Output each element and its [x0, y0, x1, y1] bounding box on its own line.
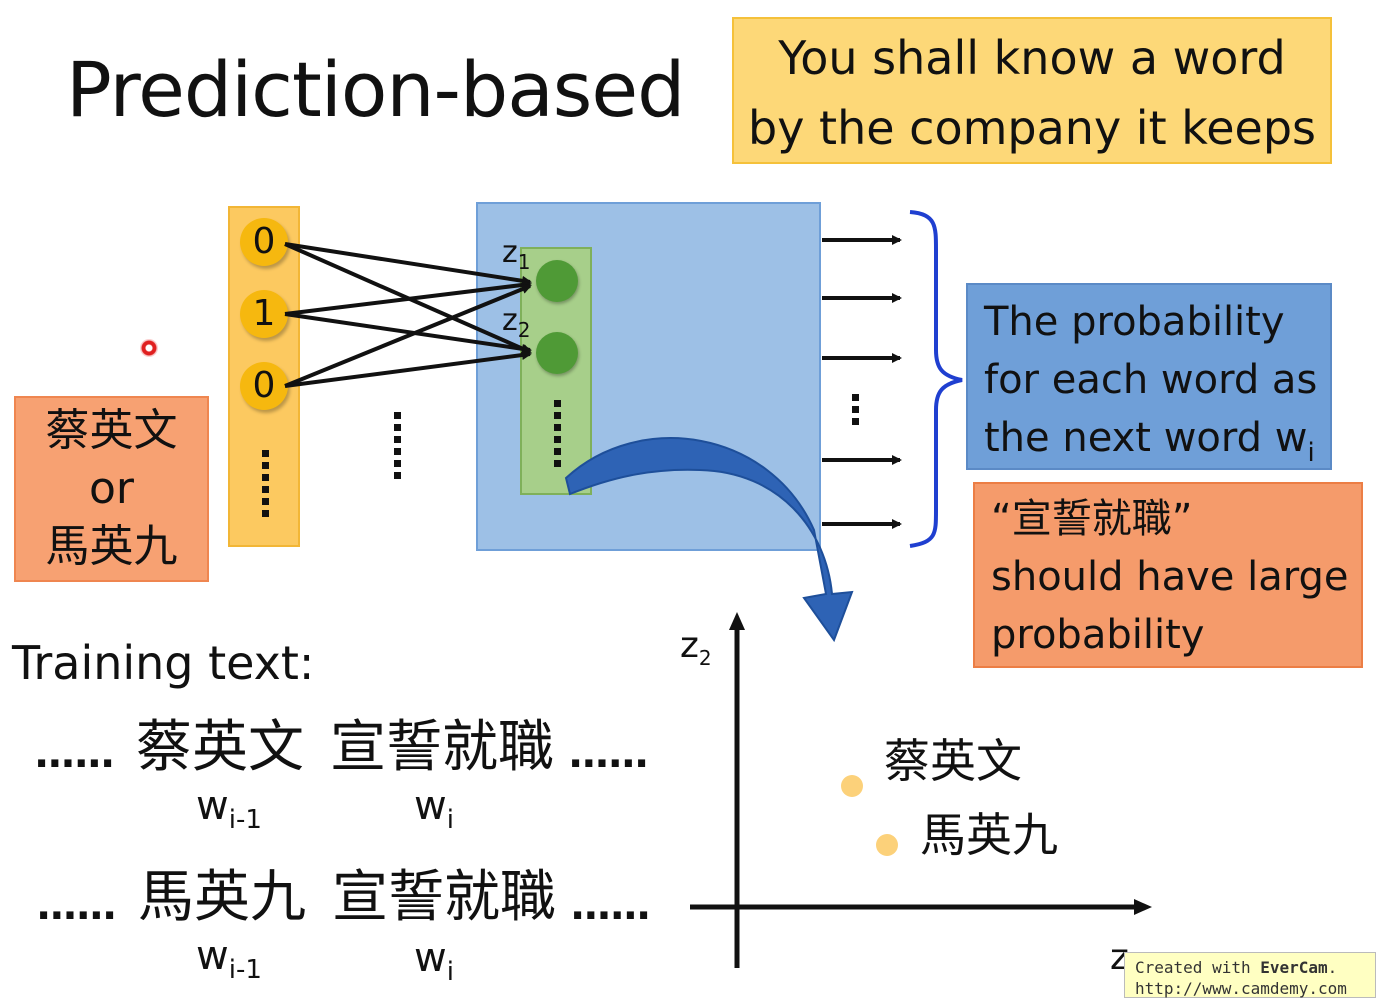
input-to-hidden-connections — [284, 242, 532, 388]
connection-line — [284, 242, 532, 286]
output-line-3: the next word wi — [984, 415, 1315, 468]
row2-prev-word: 馬英九 — [138, 865, 306, 930]
row1-trail-dots: ...... — [568, 731, 649, 777]
curly-brace — [909, 210, 963, 548]
watermark-line-1: Created with EverCam. — [1135, 958, 1338, 977]
target-line-3: probability — [991, 612, 1205, 658]
row1-cur-word: 宣誓就職 — [330, 715, 554, 780]
plot-point-2 — [876, 834, 898, 856]
row1-w-prev-label: wi-1 — [196, 783, 262, 835]
evercam-watermark[interactable]: Created with EverCam. http://www.camdemy… — [1124, 952, 1376, 998]
plot-axes — [690, 622, 1140, 968]
plot-y-label: z2 — [680, 625, 712, 671]
row2-lead-dots: ...... — [36, 883, 117, 929]
row2-cur-word: 宣誓就職 — [332, 865, 556, 930]
row2-w-prev-label: wi-1 — [196, 933, 262, 985]
connection-line — [284, 312, 532, 354]
row1-lead-dots: ...... — [34, 731, 115, 777]
output-ellipsis — [852, 394, 859, 425]
output-line-2: for each word as — [984, 357, 1318, 403]
plot-point-1 — [841, 775, 863, 797]
row2-trail-dots: ...... — [570, 883, 651, 929]
y-axis-arrowhead — [729, 612, 745, 630]
plot-point-1-label: 蔡英文 — [884, 734, 1022, 788]
output-probability-box: The probability for each word as the nex… — [966, 283, 1332, 470]
x-axis-arrowhead — [1134, 899, 1152, 915]
hidden-ellipsis — [554, 400, 561, 467]
watermark-link[interactable]: http://www.camdemy.com — [1135, 978, 1375, 999]
row1-w-cur-label: wi — [414, 783, 454, 835]
curved-arrow — [564, 437, 854, 643]
output-line-1: The probability — [984, 299, 1285, 345]
target-word-box: “宣誓就職” should have large probability — [973, 482, 1363, 668]
target-word: “宣誓就職” — [991, 496, 1193, 542]
row2-w-cur-label: wi — [414, 935, 454, 987]
output-arrows — [822, 235, 902, 529]
one-hot-ellipsis — [262, 450, 269, 517]
row1-prev-word: 蔡英文 — [136, 715, 304, 780]
between-ellipsis — [394, 412, 401, 479]
training-heading: Training text: — [12, 636, 315, 690]
target-line-2: should have large — [991, 554, 1349, 600]
plot-point-2-label: 馬英九 — [920, 808, 1058, 862]
ellipsis-dots — [262, 394, 859, 517]
